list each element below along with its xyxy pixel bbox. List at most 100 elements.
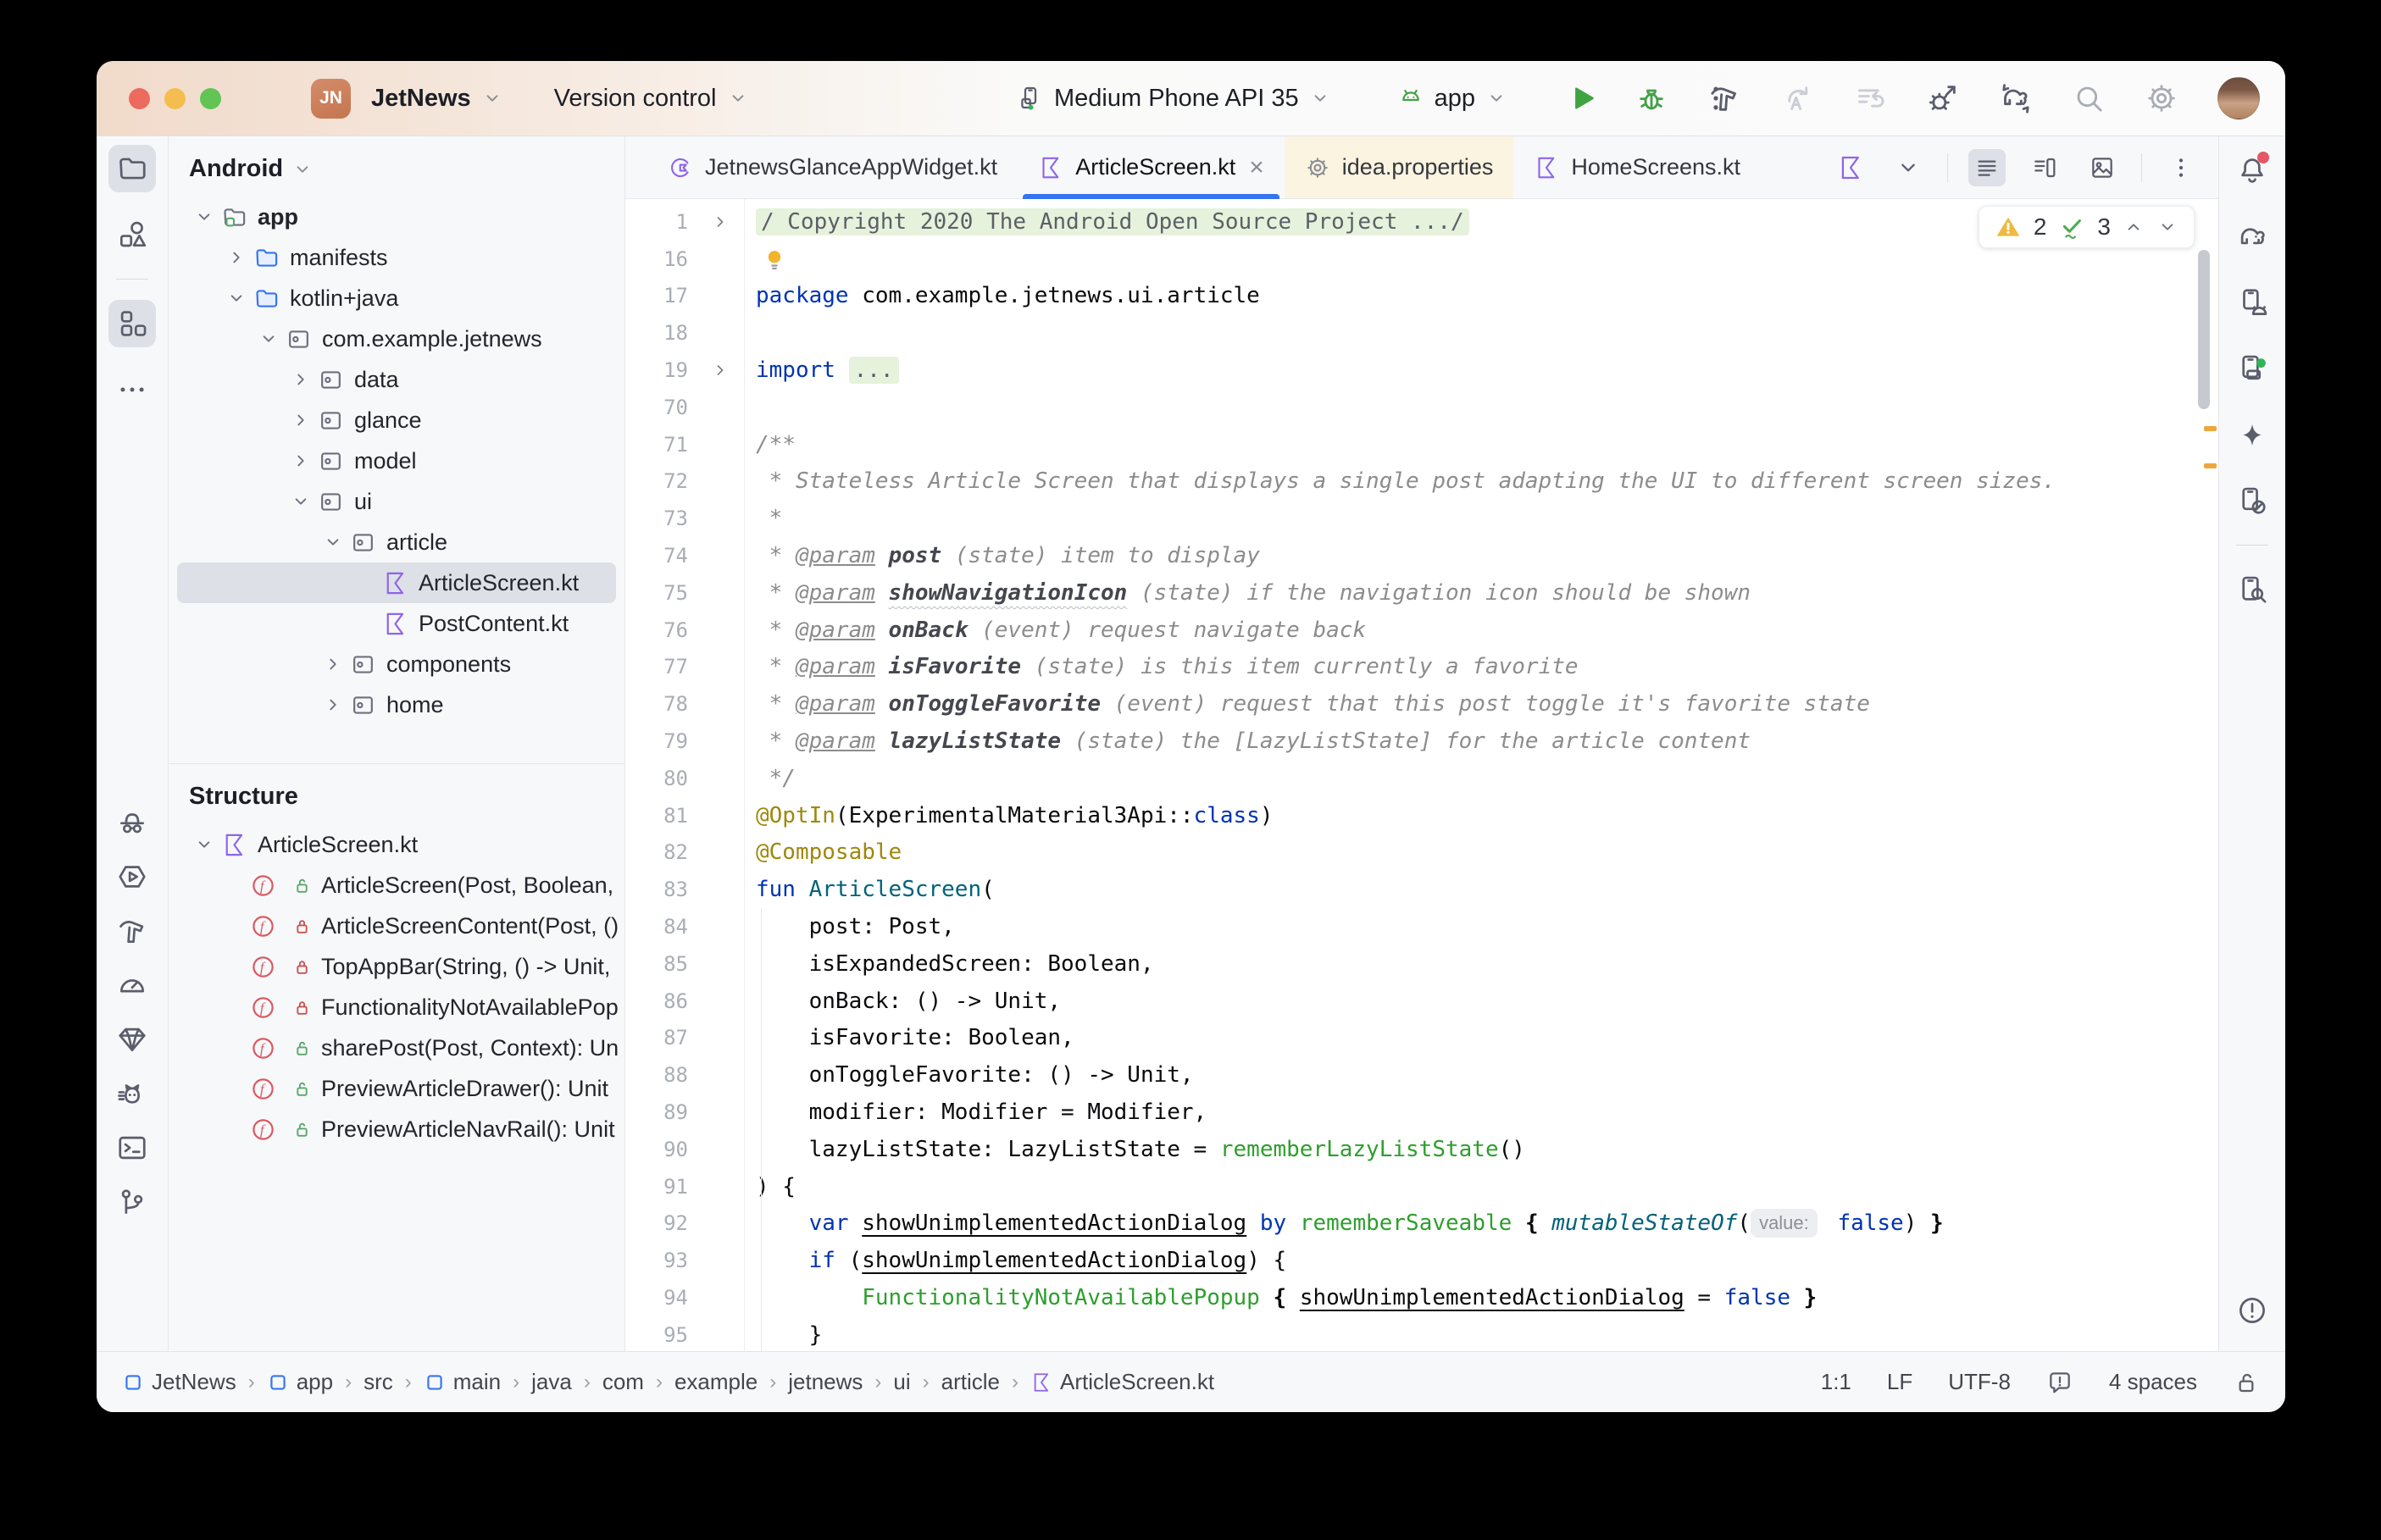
resource-manager-tool[interactable] <box>108 211 156 258</box>
hidden-tabs-file-icon[interactable] <box>1832 149 1869 186</box>
intention-bulb-icon[interactable] <box>761 246 788 273</box>
structure-item[interactable]: fArticleScreenContent(Post, () <box>169 906 624 946</box>
tree-chevron-right-icon[interactable] <box>284 450 318 472</box>
code-line-93[interactable]: 93 if (showUnimplementedActionDialog) { <box>625 1242 2218 1279</box>
breadcrumb-src[interactable]: src <box>364 1369 393 1395</box>
tree-chevron-down-icon[interactable] <box>219 287 253 309</box>
code-line-73[interactable]: 73 * <box>625 500 2218 537</box>
running-devices-tool[interactable] <box>2228 345 2276 392</box>
tree-chevron-down-icon[interactable] <box>316 531 350 553</box>
breadcrumb-article[interactable]: article <box>941 1369 1000 1395</box>
run-configuration-selector[interactable]: app <box>1389 85 1516 113</box>
code-line-87[interactable]: 87 isFavorite: Boolean, <box>625 1020 2218 1057</box>
apply-changes-icon[interactable] <box>1780 81 1814 115</box>
device-explorer-tool[interactable] <box>2228 566 2276 613</box>
design-view-button[interactable] <box>2084 149 2121 186</box>
project-tree-item-manifests[interactable]: manifests <box>169 237 624 278</box>
notifications-tool[interactable] <box>2228 147 2276 194</box>
device-mirroring-tool[interactable] <box>2228 477 2276 524</box>
code-line-71[interactable]: 71/** <box>625 426 2218 463</box>
code-line-94[interactable]: 94 FunctionalityNotAvailablePopup { show… <box>625 1279 2218 1316</box>
project-tree-item-app[interactable]: app <box>169 197 624 237</box>
code-line-83[interactable]: 83fun ArticleScreen( <box>625 871 2218 908</box>
tree-chevron-down-icon[interactable] <box>252 328 286 350</box>
breadcrumb-example[interactable]: example <box>674 1369 758 1395</box>
hidden-tabs-dropdown[interactable] <box>1890 149 1927 186</box>
code-line-18[interactable]: 18 <box>625 314 2218 352</box>
project-view-selector[interactable]: Android <box>169 136 624 195</box>
gradle-tool[interactable] <box>2228 213 2276 260</box>
structure-item[interactable]: fPreviewArticleDrawer(): Unit <box>169 1068 624 1109</box>
project-tree-item-com-example-jetnews[interactable]: com.example.jetnews <box>169 319 624 359</box>
device-selector[interactable]: Medium Phone API 35 <box>1008 85 1340 113</box>
tree-chevron-right-icon[interactable] <box>316 694 350 716</box>
fold-marker-icon[interactable] <box>697 360 744 380</box>
zoom-window-button[interactable] <box>200 88 221 109</box>
code-line-88[interactable]: 88 onToggleFavorite: () -> Unit, <box>625 1056 2218 1094</box>
project-widget[interactable]: JetNews <box>363 85 512 113</box>
close-window-button[interactable] <box>129 88 150 109</box>
tab-jetnewsglanceappwidget-kt[interactable]: JetnewsGlanceAppWidget.kt <box>647 136 1018 198</box>
code-line-85[interactable]: 85 isExpandedScreen: Boolean, <box>625 945 2218 983</box>
code-line-19[interactable]: 19import ... <box>625 352 2218 389</box>
code-line-95[interactable]: 95 } <box>625 1316 2218 1351</box>
file-writable-indicator-icon[interactable] <box>2233 1369 2260 1396</box>
caret-position[interactable]: 1:1 <box>1821 1369 1851 1395</box>
breadcrumb-jetnews[interactable]: JetNews <box>122 1369 236 1395</box>
project-tree-item-glance[interactable]: glance <box>169 400 624 440</box>
user-avatar[interactable] <box>2217 77 2260 119</box>
profiler-tool[interactable] <box>108 961 156 1009</box>
device-manager-tool[interactable] <box>2228 279 2276 326</box>
code-editor[interactable]: 1/ Copyright 2020 The Android Open Sourc… <box>625 199 2218 1351</box>
indent-config[interactable]: 4 spaces <box>2109 1369 2197 1395</box>
breadcrumb-ui[interactable]: ui <box>893 1369 910 1395</box>
structure-item[interactable]: fArticleScreen(Post, Boolean, <box>169 865 624 906</box>
editor-scrollbar-thumb[interactable] <box>2198 250 2210 409</box>
code-line-76[interactable]: 76 * @param onBack (event) request navig… <box>625 612 2218 649</box>
run-anything-tool[interactable] <box>108 853 156 900</box>
project-tree-item-model[interactable]: model <box>169 440 624 481</box>
logcat-tool[interactable] <box>108 1070 156 1117</box>
problems-tool[interactable] <box>2228 1287 2276 1334</box>
settings-icon[interactable] <box>2145 81 2178 115</box>
terminal-tool[interactable] <box>108 1124 156 1172</box>
tree-chevron-right-icon[interactable] <box>284 409 318 431</box>
code-line-78[interactable]: 78 * @param onToggleFavorite (event) req… <box>625 685 2218 723</box>
breadcrumb-articlescreen-kt[interactable]: ArticleScreen.kt <box>1030 1369 1214 1395</box>
next-problem-button[interactable] <box>2156 216 2178 238</box>
build-tool[interactable] <box>108 907 156 955</box>
tab-articlescreen-kt[interactable]: ArticleScreen.kt× <box>1018 136 1285 198</box>
code-line-90[interactable]: 90 lazyListState: LazyListState = rememb… <box>625 1131 2218 1168</box>
breadcrumb-app[interactable]: app <box>267 1369 333 1395</box>
code-line-74[interactable]: 74 * @param post (state) item to display <box>625 537 2218 574</box>
scrollbar-warning-mark[interactable] <box>2204 426 2217 431</box>
close-tab-icon[interactable]: × <box>1249 155 1264 180</box>
project-tree-item-data[interactable]: data <box>169 359 624 400</box>
inspections-highlight-indicator-icon[interactable] <box>2046 1369 2073 1396</box>
project-tree-item-articlescreen-kt[interactable]: ArticleScreen.kt <box>177 562 616 603</box>
code-line-70[interactable]: 70 <box>625 389 2218 426</box>
project-tree-item-home[interactable]: home <box>169 684 624 725</box>
debug-button[interactable] <box>1635 81 1668 115</box>
more-run-options-button[interactable] <box>1699 81 1733 115</box>
code-line-89[interactable]: 89 modifier: Modifier = Modifier, <box>625 1094 2218 1131</box>
code-view-button[interactable] <box>1968 149 2006 186</box>
structure-item[interactable]: fPreviewArticleNavRail(): Unit <box>169 1109 624 1149</box>
structure-item[interactable]: fTopAppBar(String, () -> Unit, <box>169 946 624 987</box>
inspections-widget[interactable]: 2 3 <box>1979 206 2195 248</box>
code-line-77[interactable]: 77 * @param isFavorite (state) is this i… <box>625 649 2218 686</box>
tab-idea-properties[interactable]: idea.properties <box>1285 136 1514 198</box>
code-line-81[interactable]: 81@OptIn(ExperimentalMaterial3Api::class… <box>625 797 2218 834</box>
code-line-75[interactable]: 75 * @param showNavigationIcon (state) i… <box>625 574 2218 612</box>
breadcrumb-com[interactable]: com <box>602 1369 644 1395</box>
project-tree-item-article[interactable]: article <box>169 522 624 562</box>
breadcrumb-main[interactable]: main <box>424 1369 501 1395</box>
attach-debugger-icon[interactable] <box>1926 81 1960 115</box>
minimize-window-button[interactable] <box>164 88 186 109</box>
structure-item[interactable]: fsharePost(Post, Context): Un <box>169 1028 624 1068</box>
apply-ui-changes-icon[interactable] <box>1853 81 1887 115</box>
line-separator[interactable]: LF <box>1887 1369 1912 1395</box>
run-button[interactable] <box>1565 81 1599 115</box>
tree-chevron-right-icon[interactable] <box>219 247 253 269</box>
code-line-86[interactable]: 86 onBack: () -> Unit, <box>625 983 2218 1020</box>
